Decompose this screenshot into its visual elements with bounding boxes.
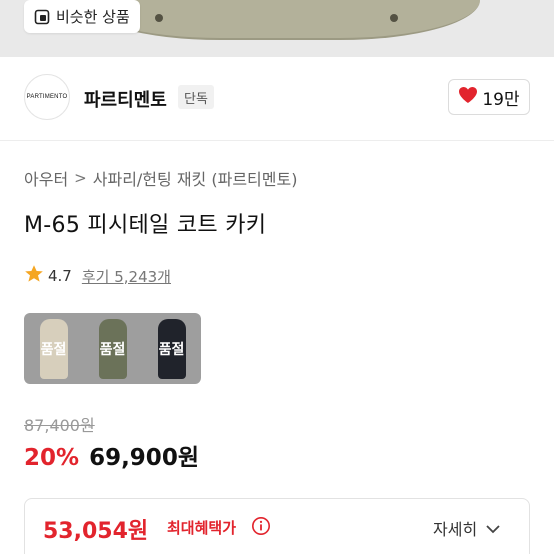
- sold-out-label: 품절: [99, 341, 126, 358]
- sold-out-label: 품절: [158, 341, 185, 358]
- color-swatch-khaki[interactable]: 품절: [83, 313, 142, 384]
- brand-row: PARTIMENTO 파르티멘토 단독 19만: [0, 70, 554, 130]
- breadcrumb-separator: >: [74, 169, 87, 187]
- price-row: 20% 69,900원: [24, 438, 199, 472]
- rating-value: 4.7: [48, 267, 72, 285]
- similar-products-button[interactable]: 비슷한 상품: [24, 0, 140, 33]
- color-swatch-black[interactable]: 품절: [142, 313, 201, 384]
- chevron-down-icon: [485, 519, 501, 538]
- info-icon[interactable]: [251, 516, 271, 540]
- garment-button: [155, 14, 163, 22]
- detail-label: 자세히: [433, 520, 478, 539]
- rating-row: 4.7 후기 5,243개: [24, 264, 171, 288]
- brand-logo-text: PARTIMENTO: [26, 94, 68, 100]
- benefit-detail-button[interactable]: 자세히: [433, 516, 501, 540]
- garment-button: [390, 14, 398, 22]
- product-image-garment: [80, 0, 480, 40]
- color-swatch-beige[interactable]: 품절: [24, 313, 83, 384]
- max-benefit-price: 53,054원: [43, 519, 149, 544]
- heart-icon: [458, 86, 478, 109]
- breadcrumb-subcategory[interactable]: 사파리/헌팅 재킷 (파르티멘토): [93, 166, 298, 190]
- brand-logo[interactable]: PARTIMENTO: [24, 74, 70, 120]
- color-swatches: 품절 품절 품절: [24, 313, 201, 384]
- like-count: 19만: [482, 89, 520, 110]
- similar-products-label: 비슷한 상품: [56, 8, 130, 26]
- discount-rate: 20%: [24, 445, 80, 471]
- sold-out-label: 품절: [40, 341, 67, 358]
- star-icon: [24, 264, 44, 288]
- max-benefit-box[interactable]: 53,054원 최대혜택가 자세히: [24, 498, 530, 554]
- similar-items-icon: [34, 9, 50, 25]
- product-image-bottom: 비슷한 상품: [0, 0, 554, 57]
- max-benefit-label: 최대혜택가: [167, 519, 237, 537]
- divider: [0, 140, 554, 141]
- sale-price: 69,900원: [89, 445, 199, 471]
- exclusive-badge: 단독: [178, 85, 214, 109]
- brand-name[interactable]: 파르티멘토: [84, 86, 167, 112]
- original-price: 87,400원: [24, 416, 95, 435]
- review-count-link[interactable]: 후기 5,243개: [82, 266, 171, 287]
- brand-like-button[interactable]: 19만: [448, 79, 530, 115]
- breadcrumb-category[interactable]: 아우터: [24, 166, 68, 190]
- breadcrumb: 아우터 > 사파리/헌팅 재킷 (파르티멘토): [24, 166, 297, 190]
- product-title: M-65 피시테일 코트 카키: [24, 213, 267, 238]
